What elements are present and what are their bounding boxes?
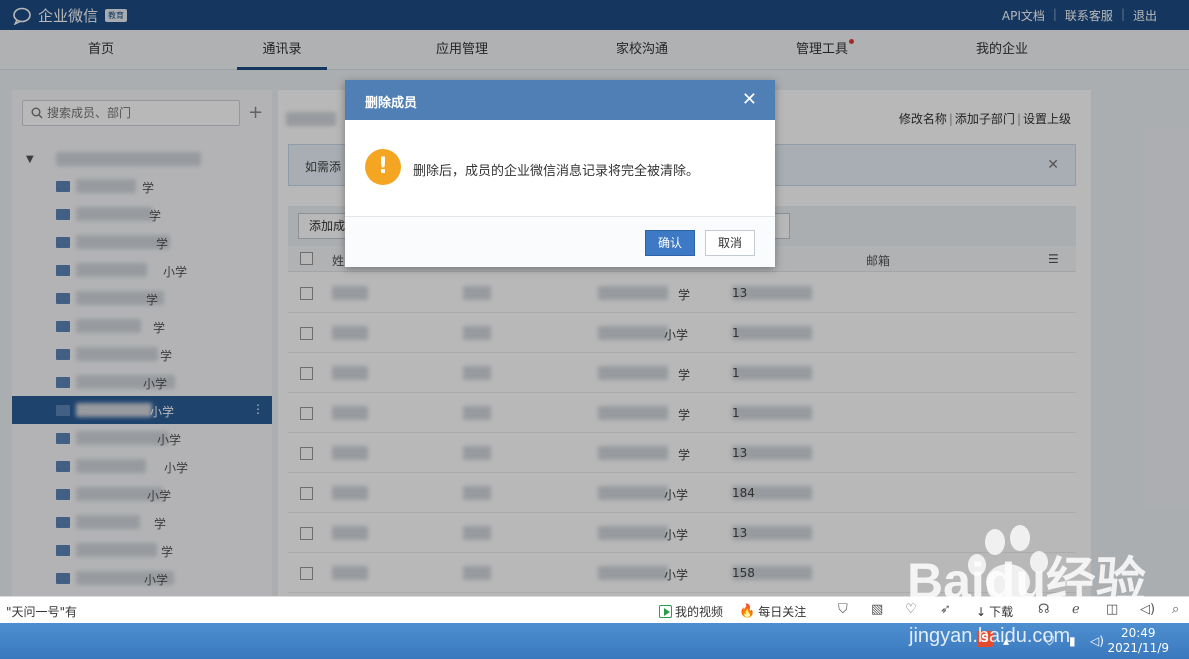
my-video-button[interactable]: 我的视频 — [659, 603, 723, 620]
daily-follow-label: 每日关注 — [758, 605, 807, 619]
dialog-message: 删除后，成员的企业微信消息记录将完全被清除。 — [413, 164, 700, 179]
dialog-title: 删除成员 — [365, 96, 418, 111]
cancel-button[interactable]: 取消 — [705, 230, 755, 256]
dialog-footer: 确认 取消 — [345, 216, 775, 267]
baidu-jingyan-watermark: Baidu经验 jingyan.baidu.com — [907, 525, 1146, 647]
watermark-brand: Baidu经验 — [907, 553, 1146, 609]
confirm-button[interactable]: 确认 — [645, 230, 695, 256]
daily-follow-button[interactable]: 🔥 每日关注 — [739, 603, 806, 620]
play-icon — [659, 605, 672, 618]
dialog-header: 删除成员 ✕ — [345, 80, 775, 120]
my-video-label: 我的视频 — [675, 605, 724, 619]
fire-icon: 🔥 — [739, 604, 756, 619]
delete-member-dialog: 删除成员 ✕ ! 删除后，成员的企业微信消息记录将完全被清除。 确认 取消 — [345, 80, 775, 267]
watermark-url: jingyan.baidu.com — [908, 625, 1070, 647]
warning-icon: ! — [365, 149, 401, 185]
news-ticker[interactable]: "天问一号"有 — [6, 603, 77, 620]
shield-icon[interactable]: ⛉ — [838, 602, 848, 617]
close-icon[interactable]: ✕ — [742, 89, 757, 110]
image-icon[interactable]: ▧ — [871, 602, 883, 617]
